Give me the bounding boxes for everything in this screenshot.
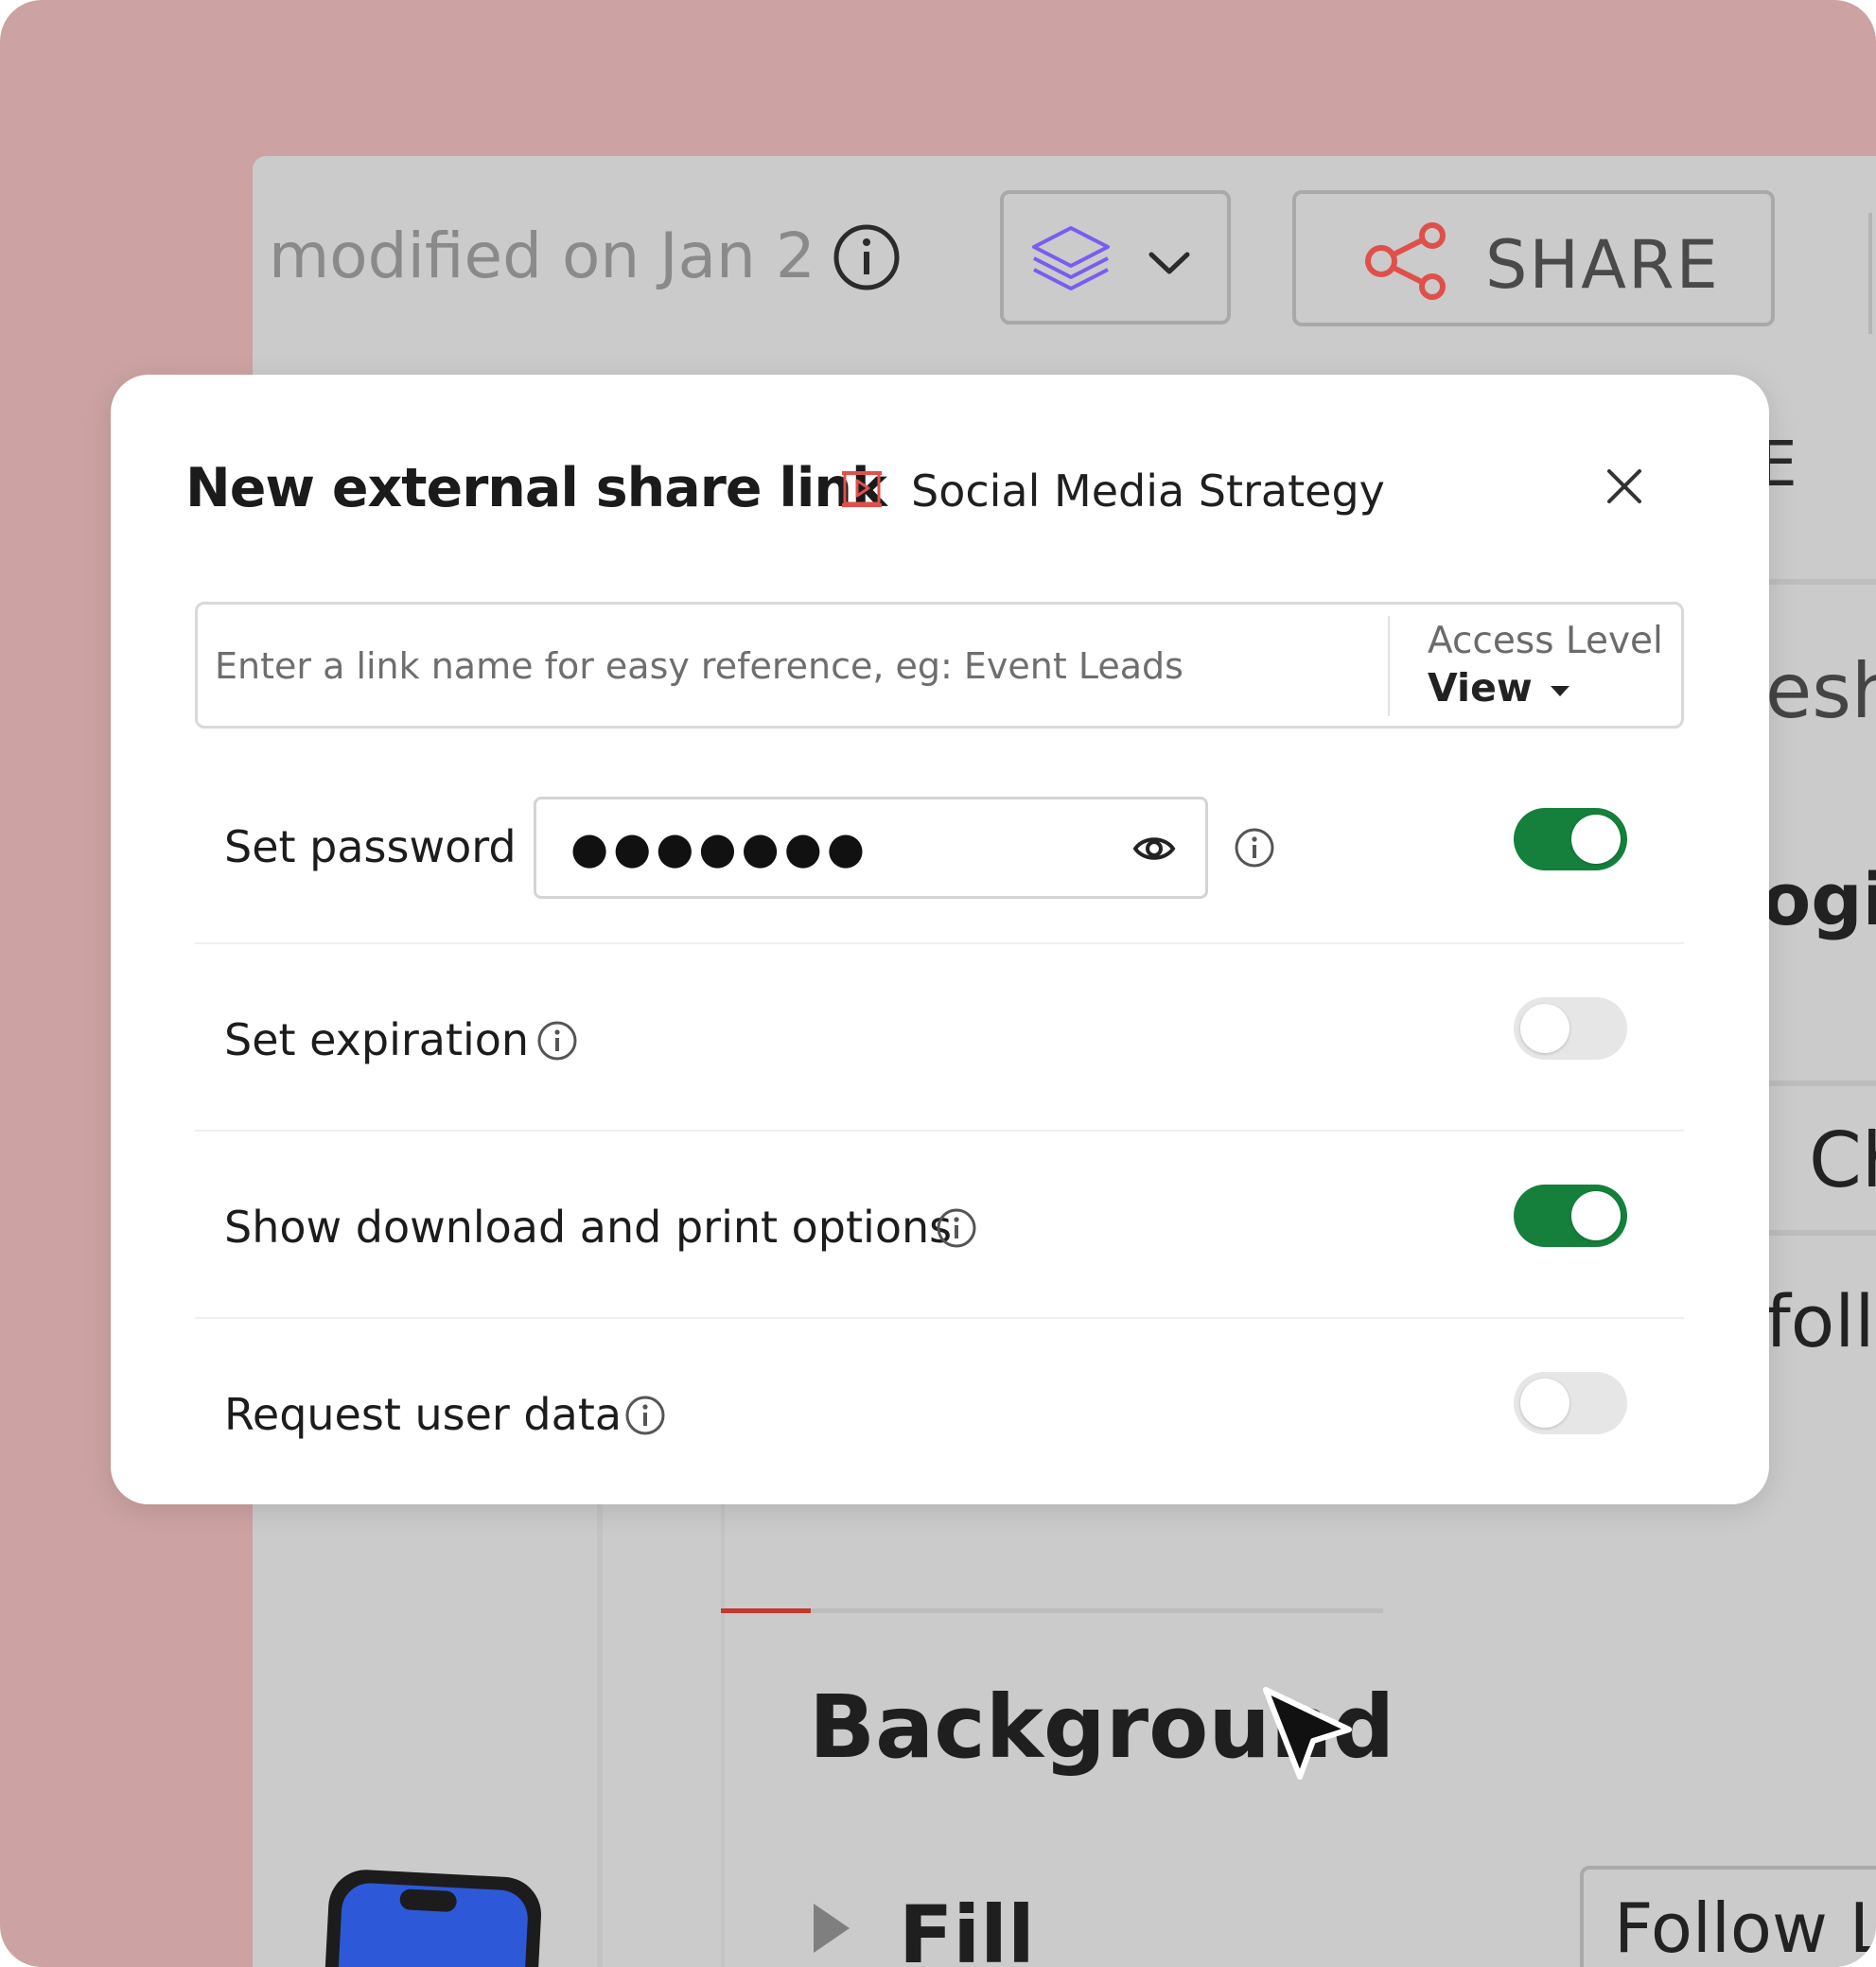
row-divider — [195, 1130, 1684, 1132]
set-expiration-toggle[interactable] — [1514, 997, 1627, 1060]
toggle-knob — [1520, 1379, 1569, 1428]
share-icon — [1365, 222, 1446, 300]
expand-arrow-icon[interactable] — [814, 1904, 850, 1953]
request-user-data-label: Request user data — [224, 1389, 622, 1440]
cursor-icon — [1263, 1687, 1352, 1780]
set-password-toggle[interactable] — [1514, 808, 1627, 870]
bg-partial-text: esh — [1765, 647, 1876, 735]
phone-illustration — [322, 1868, 544, 1967]
password-mask: ●●●●●●● — [570, 822, 869, 873]
share-button[interactable]: SHARE — [1292, 190, 1775, 326]
bg-panel-divider — [721, 1504, 725, 1967]
toggle-knob — [1520, 1004, 1569, 1053]
bg-tab-active-indicator — [721, 1608, 811, 1613]
share-link-dialog: New external share link Social Media Str… — [111, 375, 1769, 1504]
modified-date-text: modified on Jan 2 — [269, 220, 815, 292]
field-divider — [1388, 616, 1390, 716]
link-name-field: Access Level View — [195, 602, 1684, 729]
info-icon[interactable] — [936, 1207, 977, 1249]
bg-divider — [1769, 1230, 1876, 1236]
info-icon[interactable] — [1234, 827, 1275, 869]
layers-icon — [1032, 226, 1110, 290]
bg-partial-text: ogi — [1762, 857, 1876, 941]
fill-label: Fill — [899, 1888, 1035, 1967]
toggle-knob — [1571, 815, 1621, 864]
download-print-label: Show download and print options — [224, 1202, 953, 1253]
bg-partial-text: foll — [1765, 1279, 1875, 1363]
share-label: SHARE — [1485, 226, 1720, 304]
chevron-down-icon — [1148, 252, 1190, 274]
bg-divider — [1769, 1080, 1876, 1086]
document-name: Social Media Strategy — [911, 465, 1385, 517]
set-expiration-label: Set expiration — [224, 1014, 530, 1065]
access-level-select[interactable]: View — [1428, 665, 1533, 711]
follow-button[interactable]: Follow L — [1580, 1866, 1876, 1967]
password-field[interactable]: ●●●●●●● — [534, 797, 1208, 899]
row-divider — [195, 1317, 1684, 1319]
link-name-input[interactable] — [215, 637, 1369, 695]
close-icon[interactable] — [1604, 465, 1645, 507]
dialog-title: New external share link — [185, 457, 887, 519]
phone-notch — [399, 1888, 458, 1913]
set-password-label: Set password — [224, 821, 517, 872]
caret-down-icon[interactable] — [1551, 686, 1569, 696]
download-print-toggle[interactable] — [1514, 1185, 1627, 1247]
presentation-icon — [842, 471, 882, 507]
info-icon[interactable] — [833, 223, 901, 291]
info-icon[interactable] — [536, 1020, 578, 1062]
toolbar-divider — [1868, 213, 1872, 334]
follow-label: Follow L — [1614, 1888, 1876, 1967]
access-level-label: Access Level — [1428, 620, 1663, 662]
bg-divider — [1769, 579, 1876, 585]
info-icon[interactable] — [624, 1395, 666, 1436]
layers-dropdown-button[interactable] — [1000, 190, 1231, 325]
row-divider — [195, 942, 1684, 944]
bg-partial-text: Ch — [1809, 1116, 1876, 1204]
bg-tab-track — [721, 1608, 1383, 1613]
request-user-data-toggle[interactable] — [1514, 1372, 1627, 1434]
backdrop: modified on Jan 2 SHARE E esh ogi Ch fol… — [0, 0, 1876, 1967]
eye-icon[interactable] — [1132, 828, 1176, 869]
toggle-knob — [1571, 1191, 1621, 1240]
bg-panel-divider — [597, 1504, 603, 1967]
